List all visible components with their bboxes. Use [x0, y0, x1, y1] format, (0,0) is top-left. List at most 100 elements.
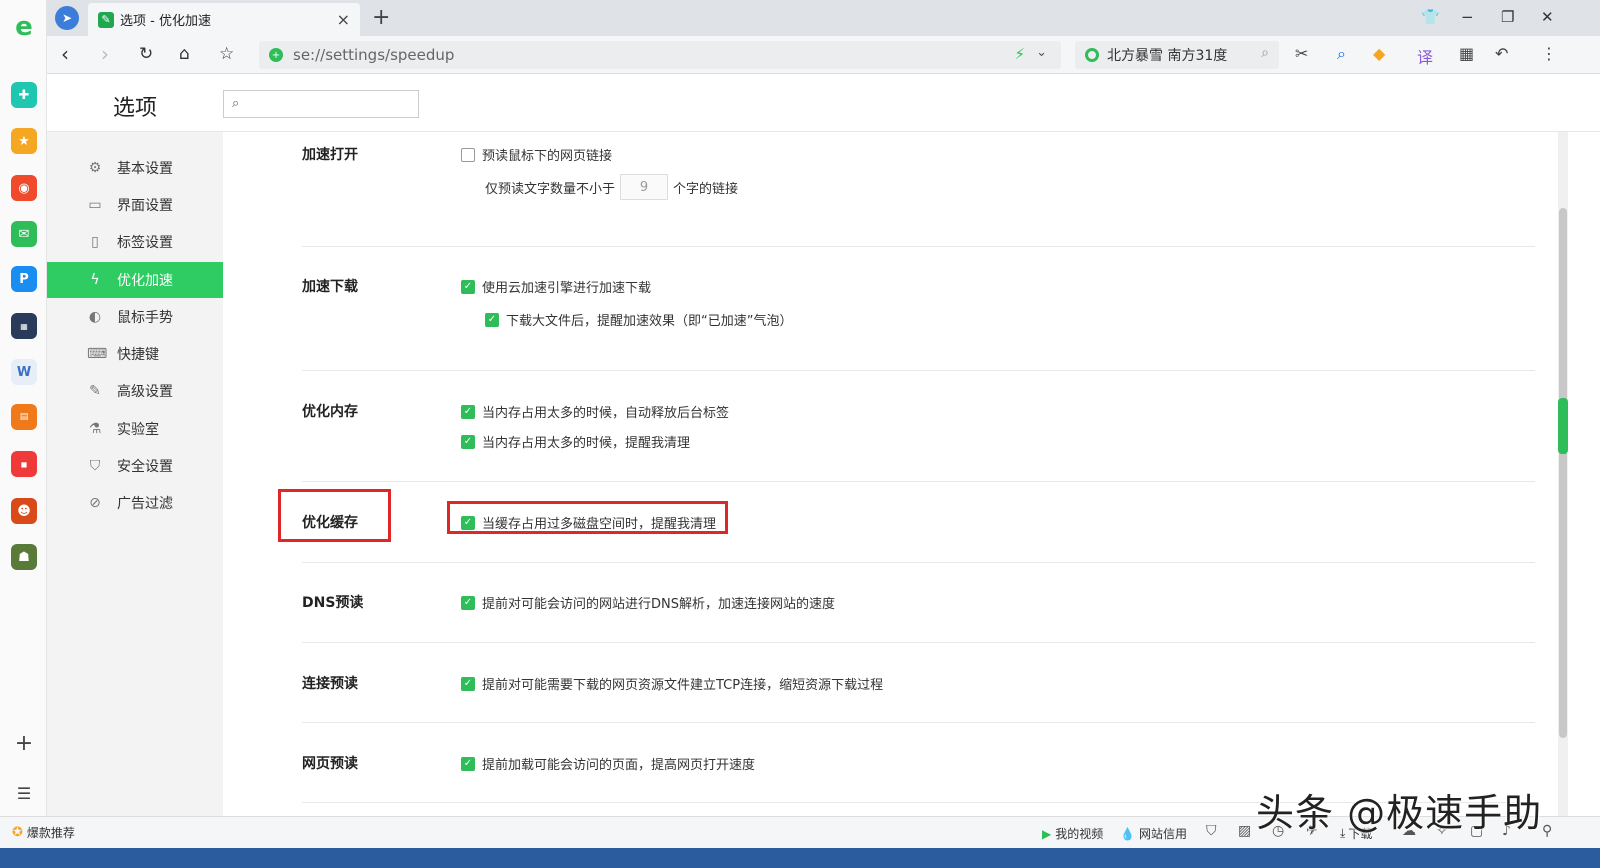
section-title-connect: 连接预读 — [302, 676, 358, 692]
reload-icon[interactable]: ↻ — [139, 44, 153, 64]
translate-icon[interactable]: 译 — [1417, 44, 1433, 68]
sidebar-item-label: 标签设置 — [117, 235, 173, 251]
option-page-prefetch[interactable]: ✓ 提前加载可能会访问的页面，提高网页打开速度 — [461, 754, 755, 773]
sidebar-item-tabs[interactable]: ▯ 标签设置 — [47, 224, 223, 260]
video-icon: ▶ — [1042, 826, 1052, 841]
section-title-dns: DNS预读 — [302, 595, 364, 611]
add-icon[interactable]: + — [11, 730, 37, 756]
section-title-open: 加速打开 — [302, 147, 358, 163]
back-icon[interactable]: ‹ — [61, 42, 69, 66]
weibo-icon[interactable]: ◉ — [11, 175, 37, 201]
speedup-bolt-icon[interactable]: ⚡ — [1014, 45, 1025, 63]
mouse-icon: ◐ — [88, 309, 102, 325]
option-label: 提前对可能需要下载的网页资源文件建立TCP连接，缩短资源下载过程 — [482, 678, 884, 693]
checkbox-checked[interactable]: ✓ — [485, 312, 499, 327]
my-video-link[interactable]: ▶ 我的视频 — [1042, 825, 1103, 842]
option-cache-remind[interactable]: ✓ 当缓存占用过多磁盘空间时，提醒我清理 — [461, 513, 716, 532]
image-icon[interactable]: ▨ — [1238, 823, 1251, 839]
tab-title: 选项 - 优化加速 — [120, 14, 211, 29]
drop-icon: 💧 — [1120, 826, 1135, 841]
scrollbar-thumb[interactable] — [1559, 208, 1567, 738]
option-memory-remind[interactable]: ✓ 当内存占用太多的时候，提醒我清理 — [461, 432, 690, 451]
tab-bar: ➤ ✎ 选项 - 优化加速 × + 👕 − ❐ ✕ — [47, 0, 1600, 36]
option-memory-release[interactable]: ✓ 当内存占用太多的时候，自动释放后台标签 — [461, 402, 729, 421]
sidebar-item-adblock[interactable]: ⊘ 广告过滤 — [47, 485, 223, 521]
new-tab-button[interactable]: + — [372, 5, 390, 30]
zoom-icon[interactable]: ⚲ — [1542, 823, 1552, 839]
list-icon[interactable]: ☰ — [11, 780, 37, 806]
sidebar-item-mouse[interactable]: ◐ 鼠标手势 — [47, 299, 223, 335]
browser-logo-icon[interactable]: e — [11, 12, 37, 42]
option-label: 提前对可能会访问的网站进行DNS解析，加速连接网站的速度 — [482, 597, 835, 612]
bookmark-star-icon[interactable]: ☆ — [219, 44, 234, 64]
menu-icon[interactable]: ⋮ — [1541, 44, 1557, 63]
checkbox-checked[interactable]: ✓ — [461, 756, 475, 771]
sidebar-item-shortcut[interactable]: ⌨ 快捷键 — [47, 336, 223, 372]
option-label: 当缓存占用过多磁盘空间时，提醒我清理 — [482, 517, 717, 532]
sidebar-item-security[interactable]: ⛉ 安全设置 — [47, 448, 223, 484]
min-chars-input[interactable]: 9 — [620, 174, 669, 200]
option-download-remind[interactable]: ✓ 下载大文件后，提醒加速效果（即“已加速”气泡） — [485, 310, 792, 329]
hot-recommend-link[interactable]: ✪ 爆款推荐 — [12, 824, 75, 841]
sidebar-item-speedup[interactable]: ϟ 优化加速 — [47, 262, 223, 298]
sidebar-item-lab[interactable]: ⚗ 实验室 — [47, 411, 223, 447]
shield-icon: ⛉ — [89, 458, 101, 474]
undo-icon[interactable]: ↶ — [1495, 44, 1508, 63]
novel-icon[interactable]: ▤ — [11, 404, 37, 430]
wallet-icon[interactable]: ◆ — [1373, 44, 1385, 63]
favorites-icon[interactable]: ★ — [11, 128, 37, 154]
options-search-input[interactable]: ⌕ — [223, 90, 419, 118]
tab-options[interactable]: ✎ 选项 - 优化加速 × — [88, 3, 360, 36]
shield-status-icon[interactable]: ⛉ — [1206, 823, 1217, 839]
checkbox-checked[interactable]: ✓ — [461, 595, 475, 610]
scissors-icon[interactable]: ✂ — [1295, 44, 1308, 63]
min-chars-suffix: 个字的链接 — [673, 181, 739, 197]
document-icon[interactable]: W — [11, 359, 37, 385]
option-dns-prefetch[interactable]: ✓ 提前对可能会访问的网站进行DNS解析，加速连接网站的速度 — [461, 593, 835, 612]
checkbox-checked[interactable]: ✓ — [461, 434, 475, 449]
game2-icon[interactable]: ☗ — [11, 544, 37, 570]
divider — [302, 562, 1535, 563]
chevron-down-icon[interactable]: ⌄ — [1036, 45, 1047, 60]
skin-icon[interactable]: 👕 — [1421, 8, 1440, 26]
checkbox-checked[interactable]: ✓ — [461, 676, 475, 691]
option-cloud-download[interactable]: ✓ 使用云加速引擎进行加速下载 — [461, 277, 651, 296]
scrollbar[interactable] — [1558, 132, 1568, 816]
dock-p-icon[interactable]: P — [11, 266, 37, 292]
close-window-button[interactable]: ✕ — [1541, 8, 1554, 26]
minimize-button[interactable]: − — [1461, 8, 1474, 26]
url-text[interactable]: se://settings/speedup — [293, 46, 454, 64]
option-prefetch-hover[interactable]: 预读鼠标下的网页链接 — [461, 145, 612, 164]
secure-icon: + — [269, 48, 283, 62]
bolt-icon: ϟ — [90, 272, 100, 288]
url-input[interactable]: + se://settings/speedup ⚡ ⌄ — [259, 41, 1061, 69]
dock-news-icon[interactable]: ▦ — [11, 313, 37, 339]
search-suggestion[interactable]: 北方暴雪 南方31度 — [1107, 45, 1227, 65]
mail-icon[interactable]: ✉ — [11, 221, 37, 247]
dock-app-icon[interactable]: ✚ — [11, 82, 37, 108]
checkbox-checked[interactable]: ✓ — [461, 279, 475, 294]
site-credit-link[interactable]: 💧 网站信用 — [1120, 825, 1187, 842]
option-tcp-preconnect[interactable]: ✓ 提前对可能需要下载的网页资源文件建立TCP连接，缩短资源下载过程 — [461, 674, 883, 693]
sidebar-item-interface[interactable]: ▭ 界面设置 — [47, 187, 223, 223]
apps-grid-icon[interactable]: ▦ — [1459, 44, 1474, 63]
search-icon[interactable]: ⌕ — [1261, 45, 1269, 61]
block-icon: ⊘ — [89, 495, 101, 511]
checkbox-checked[interactable]: ✓ — [461, 515, 475, 530]
maximize-button[interactable]: ❐ — [1501, 8, 1514, 26]
checkbox-checked[interactable]: ✓ — [461, 404, 475, 419]
game-icon[interactable]: ☻ — [11, 498, 37, 524]
search-input[interactable]: 北方暴雪 南方31度 ⌕ — [1075, 41, 1279, 69]
sidebar-item-basic[interactable]: ⚙ 基本设置 — [47, 150, 223, 186]
star-icon: ✪ — [12, 825, 23, 840]
tab-close-button[interactable]: × — [337, 10, 350, 29]
option-label: 提前加载可能会访问的页面，提高网页打开速度 — [482, 758, 756, 773]
forward-icon[interactable]: › — [101, 42, 109, 66]
sidebar-item-advanced[interactable]: ✎ 高级设置 — [47, 373, 223, 409]
home-icon[interactable]: ⌂ — [179, 44, 190, 64]
os-taskbar — [0, 848, 1600, 868]
navigation-icon[interactable]: ➤ — [55, 6, 79, 30]
shop-icon[interactable]: ◼ — [11, 451, 37, 477]
checkbox[interactable] — [461, 147, 475, 162]
find-icon[interactable]: ⌕ — [1337, 44, 1346, 64]
